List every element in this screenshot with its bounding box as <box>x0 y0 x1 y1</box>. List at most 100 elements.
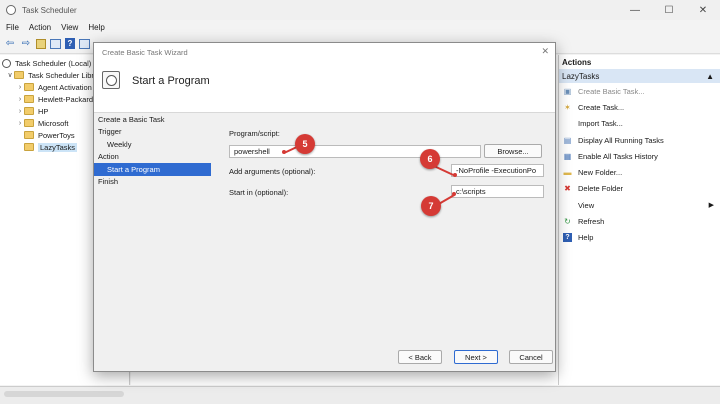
callout-5-dot <box>282 150 286 154</box>
step-weekly: Weekly <box>107 139 132 149</box>
folder-icon <box>14 71 24 79</box>
dialog-titlebar: Create Basic Task Wizard ✕ <box>94 43 555 61</box>
action-label: Import Task... <box>578 119 623 129</box>
show-hide-tree-icon[interactable] <box>50 38 61 49</box>
action-display-running[interactable]: ▤ Display All Running Tasks <box>559 132 720 148</box>
tree-item-label: LazyTasks <box>38 142 78 152</box>
horizontal-scrollbar[interactable] <box>4 391 124 397</box>
create-task-icon: ✶ <box>564 102 571 112</box>
action-import-task[interactable]: Import Task... <box>559 116 720 132</box>
refresh-icon: ↻ <box>564 217 571 227</box>
forward-arrow-icon[interactable]: ⇨ <box>20 38 32 50</box>
step-create-basic-task: Create a Basic Task <box>98 114 165 124</box>
add-arguments-label: Add arguments (optional): <box>229 167 316 176</box>
back-button[interactable]: < Back <box>398 350 442 364</box>
start-in-input[interactable]: c:\scripts <box>451 185 544 198</box>
tree-item-label: Microsoft <box>38 118 69 128</box>
folder-icon <box>24 95 34 103</box>
folder-icon <box>24 131 34 139</box>
dialog-header: Start a Program <box>94 61 555 113</box>
action-label: Enable All Tasks History <box>578 151 658 161</box>
action-label: Create Task... <box>578 102 625 112</box>
action-new-folder[interactable]: ▬ New Folder... <box>559 164 720 180</box>
chevron-down-icon[interactable]: ∨ <box>6 71 14 79</box>
callout-5-badge: 5 <box>295 134 315 154</box>
wizard-clock-icon <box>102 71 120 89</box>
menu-action[interactable]: Action <box>29 23 51 32</box>
action-create-basic-task[interactable]: ▣ Create Basic Task... <box>559 83 720 99</box>
browse-button[interactable]: Browse... <box>484 144 542 158</box>
dialog-close-icon[interactable]: ✕ <box>541 46 549 57</box>
delete-icon: ✖ <box>564 184 571 194</box>
close-button[interactable]: ✕ <box>686 0 720 20</box>
step-trigger: Trigger <box>98 127 122 137</box>
chevron-right-icon[interactable]: › <box>16 120 24 127</box>
callout-7-dot <box>452 192 456 196</box>
chevron-right-icon[interactable]: › <box>16 108 24 115</box>
window-controls: — ☐ ✕ <box>618 0 720 20</box>
action-delete-folder[interactable]: ✖ Delete Folder <box>559 181 720 197</box>
folder-up-icon[interactable] <box>36 38 46 49</box>
submenu-arrow-icon: ▶ <box>708 202 714 210</box>
menu-help[interactable]: Help <box>88 23 104 32</box>
callout-6-dot <box>453 173 457 177</box>
maximize-button[interactable]: ☐ <box>652 0 686 20</box>
callout-6-badge: 6 <box>420 149 440 169</box>
tree-item-label: PowerToys <box>38 130 75 140</box>
action-label: View <box>578 200 595 210</box>
action-label: Display All Running Tasks <box>578 135 664 145</box>
action-label: Create Basic Task... <box>578 86 645 96</box>
program-script-label: Program/script: <box>229 129 280 138</box>
chevron-right-icon[interactable]: › <box>16 84 24 91</box>
step-finish: Finish <box>98 177 119 187</box>
dialog-heading: Start a Program <box>132 75 210 87</box>
cancel-button[interactable]: Cancel <box>509 350 553 364</box>
add-arguments-input[interactable]: -NoProfile -ExecutionPo <box>451 164 544 177</box>
menu-bar: File Action View Help <box>0 20 720 34</box>
action-view[interactable]: View ▶ <box>559 197 720 213</box>
tree-item-label: HP <box>38 106 49 116</box>
tree-item-label: Task Scheduler (Local) <box>15 58 92 68</box>
folder-icon <box>24 119 34 127</box>
tree-item-label: Hewlett-Packard <box>38 94 94 104</box>
tree-item-label: Agent Activation <box>38 82 92 92</box>
minimize-button[interactable]: — <box>618 0 652 20</box>
action-enable-history[interactable]: ▦ Enable All Tasks History <box>559 148 720 164</box>
back-arrow-icon[interactable]: ⇦ <box>4 38 16 50</box>
action-label: Refresh <box>578 217 605 227</box>
actions-header: Actions <box>559 55 720 69</box>
collapse-arrow-icon[interactable]: ▲ <box>706 72 714 81</box>
actions-pane: Actions LazyTasks ▲ ▣ Create Basic Task.… <box>558 55 720 385</box>
help-icon[interactable]: ? <box>65 38 75 49</box>
clock-icon <box>2 58 11 68</box>
window-title: Task Scheduler <box>22 5 77 15</box>
action-help[interactable]: ? Help <box>559 230 720 246</box>
step-action: Action <box>98 152 119 162</box>
dialog-title: Create Basic Task Wizard <box>102 47 188 57</box>
next-button[interactable]: Next > <box>454 350 498 364</box>
folder-icon <box>24 107 34 115</box>
status-strip <box>0 386 720 404</box>
actions-section-header[interactable]: LazyTasks ▲ <box>559 69 720 83</box>
action-label: Delete Folder <box>578 184 624 194</box>
start-in-label: Start in (optional): <box>229 188 289 197</box>
action-pane-icon[interactable] <box>79 38 90 49</box>
window-titlebar: Task Scheduler — ☐ ✕ <box>0 0 720 20</box>
actions-section-label: LazyTasks <box>562 71 600 81</box>
create-basic-task-icon: ▣ <box>563 86 572 96</box>
create-basic-task-wizard: Create Basic Task Wizard ✕ Start a Progr… <box>93 42 556 372</box>
history-icon: ▦ <box>563 151 572 161</box>
wizard-steps: Create a Basic Task Trigger Weekly Actio… <box>94 113 214 373</box>
menu-view[interactable]: View <box>61 23 78 32</box>
program-script-input[interactable]: powershell <box>229 145 481 158</box>
help-icon: ? <box>563 233 572 243</box>
menu-file[interactable]: File <box>6 23 19 32</box>
new-folder-icon: ▬ <box>563 168 572 178</box>
action-refresh[interactable]: ↻ Refresh <box>559 213 720 229</box>
running-tasks-icon: ▤ <box>563 135 572 145</box>
chevron-right-icon[interactable]: › <box>16 96 24 103</box>
step-start-program: Start a Program <box>94 163 211 176</box>
action-create-task[interactable]: ✶ Create Task... <box>559 99 720 115</box>
action-label: Help <box>578 233 594 243</box>
callout-7-badge: 7 <box>421 196 441 216</box>
